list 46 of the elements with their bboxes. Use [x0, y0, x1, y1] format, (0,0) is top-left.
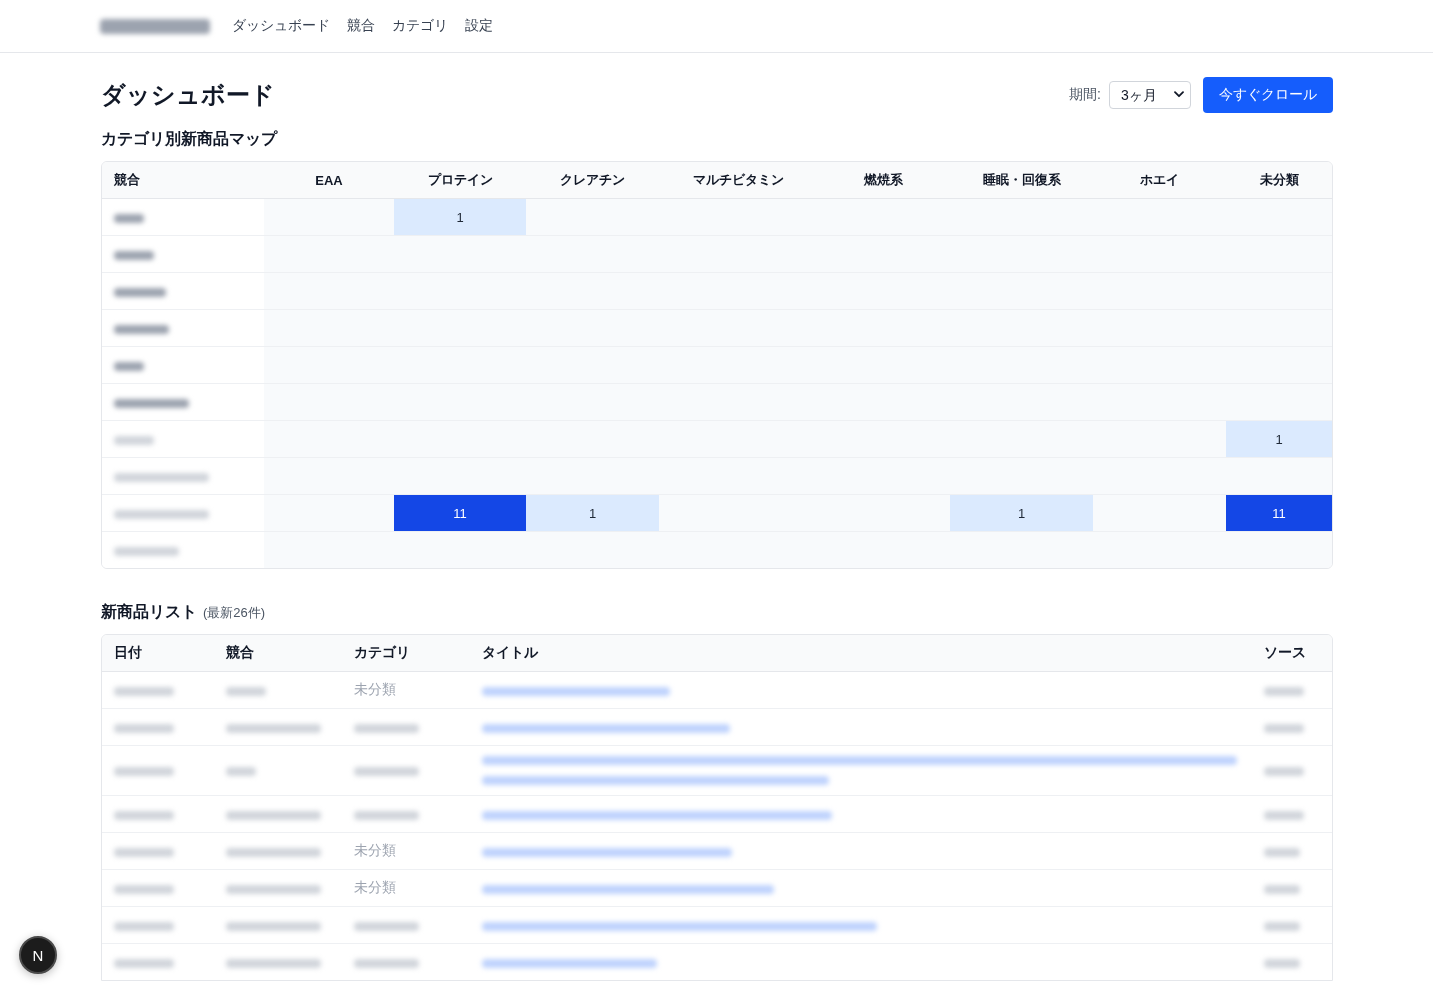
column-header: マルチビタミン — [659, 162, 817, 199]
column-header: プロテイン — [394, 162, 526, 199]
blurred-title-link[interactable] — [482, 958, 657, 968]
item-count: (最新26件) — [203, 604, 266, 622]
nav-link[interactable]: カテゴリ — [392, 17, 448, 35]
crawl-now-button[interactable]: 今すぐクロール — [1203, 77, 1333, 113]
category-cell: 未分類 — [342, 869, 470, 907]
column-header: クレアチン — [526, 162, 659, 199]
blurred-title-link[interactable] — [482, 776, 829, 785]
blurred-title-link[interactable] — [482, 756, 1237, 765]
page-title: ダッシュボード — [101, 80, 275, 110]
column-header: 燃焼系 — [817, 162, 950, 199]
nav-link[interactable]: 設定 — [465, 17, 493, 35]
blurred-title-link[interactable] — [482, 686, 670, 696]
chevron-down-icon — [1174, 91, 1184, 98]
heatmap-cell: 1 — [394, 198, 526, 236]
heatmap-cell: 1 — [1226, 420, 1332, 458]
category-cell: 未分類 — [342, 832, 470, 870]
nav-link[interactable]: ダッシュボード — [232, 17, 330, 35]
dev-tools-button[interactable]: N — [19, 936, 57, 974]
period-select[interactable]: 3ヶ月 — [1109, 81, 1191, 109]
column-header: 未分類 — [1226, 162, 1332, 199]
column-header: EAA — [264, 162, 394, 199]
column-header: 競合 — [102, 162, 264, 199]
blurred-title-link[interactable] — [482, 723, 730, 733]
column-header: 競合 — [214, 635, 342, 672]
section-title: カテゴリ別新商品マップ — [101, 129, 279, 149]
column-header: ソース — [1252, 635, 1332, 672]
blurred-logo[interactable] — [100, 18, 210, 34]
column-header: タイトル — [470, 635, 1252, 672]
blurred-title-link[interactable] — [482, 921, 877, 931]
heatmap-cell: 11 — [1226, 494, 1332, 532]
column-header: カテゴリ — [342, 635, 470, 672]
heatmap-cell: 1 — [950, 494, 1093, 532]
heatmap-cell: 11 — [394, 494, 526, 532]
period-label: 期間: — [1069, 86, 1101, 104]
blurred-title-link[interactable] — [482, 810, 832, 820]
category-cell: 未分類 — [342, 671, 470, 709]
blurred-title-link[interactable] — [482, 847, 732, 857]
nav-link[interactable]: 競合 — [347, 17, 375, 35]
section-title: 新商品リスト — [101, 602, 197, 622]
column-header: 日付 — [102, 635, 214, 672]
column-header: ホエイ — [1093, 162, 1226, 199]
blurred-title-link[interactable] — [482, 884, 774, 894]
heatmap-cell: 1 — [526, 494, 659, 532]
column-header: 睡眠・回復系 — [950, 162, 1093, 199]
